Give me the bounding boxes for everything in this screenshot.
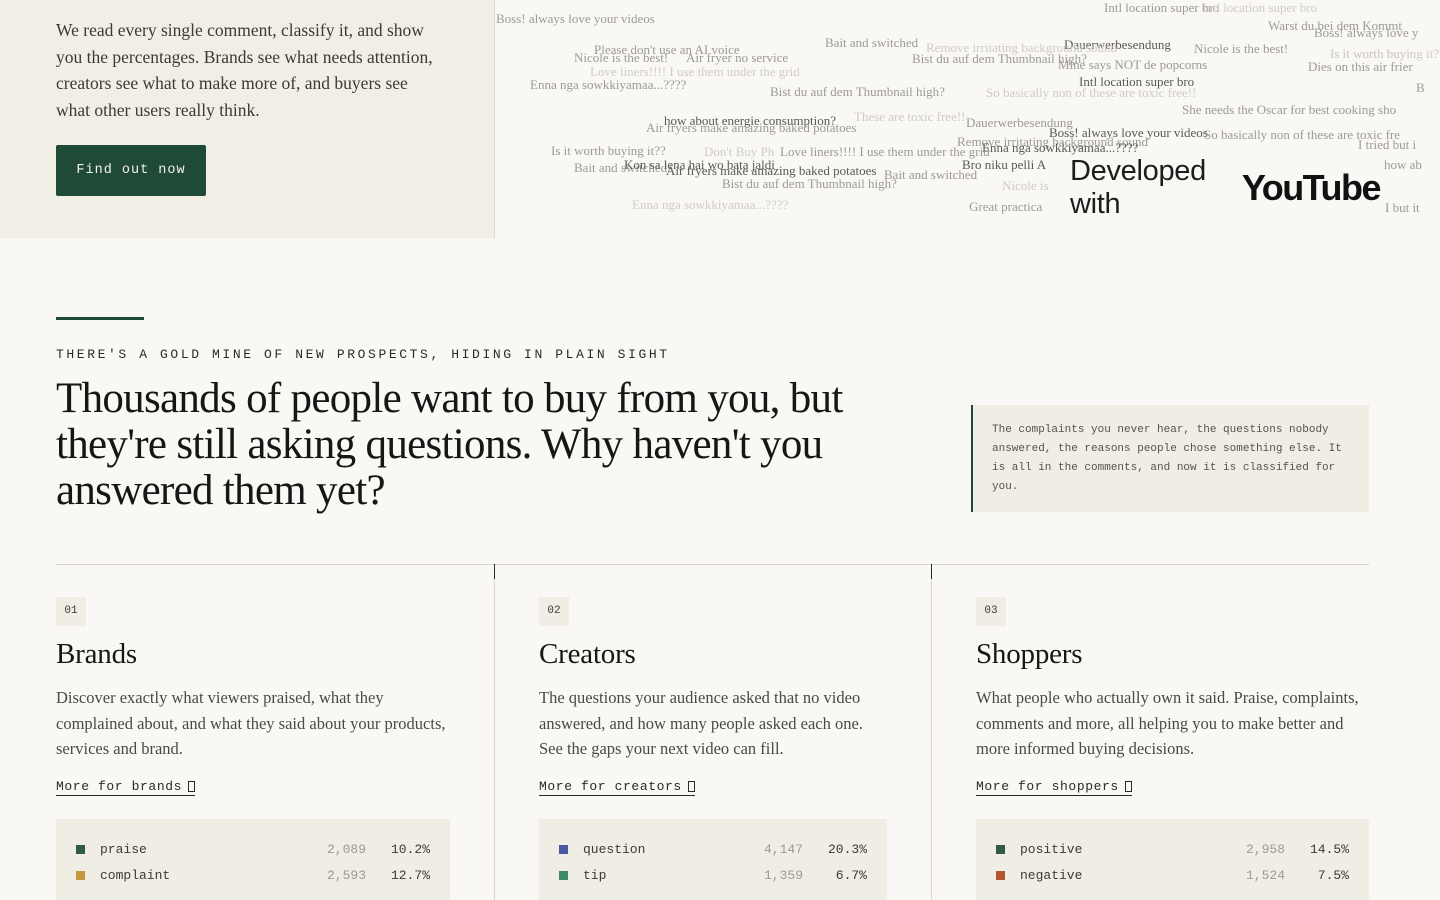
card-creators: 02 Creators The questions your audience … (539, 597, 887, 900)
hero-description: We read every single comment, classify i… (56, 20, 433, 120)
stat-row: positive 2,958 14.5% (976, 836, 1369, 862)
comment-snippet: Nicole is (1002, 178, 1049, 193)
comment-snippet: Great practica (969, 199, 1043, 214)
stat-row: complaint 2,593 12.7% (56, 862, 450, 888)
card-title: Brands (56, 638, 137, 670)
stat-percent: 20.3% (827, 841, 867, 857)
card-shoppers: 03 Shoppers What people who actually own… (976, 597, 1369, 900)
card-body: The questions your audience asked that n… (539, 688, 863, 758)
comment-snippet: Mine says NOT de popcorns (1058, 57, 1208, 72)
card-number: 03 (976, 597, 1006, 626)
stat-percent: 12.7% (390, 867, 430, 883)
stat-count: 1,359 (763, 867, 803, 883)
arrow-icon (687, 781, 695, 792)
swatch-tip (559, 870, 568, 880)
more-for-brands-link[interactable]: More for brands (56, 779, 196, 796)
link-label: More for brands (56, 779, 183, 794)
developed-with-youtube-badge: Developed with YouTube (1058, 155, 1382, 220)
card-number: 01 (56, 597, 86, 626)
comment-snippet: Enna nga sowkkiyamaa...???? (982, 140, 1139, 155)
section-accent-rule (56, 317, 144, 320)
swatch-negative (996, 870, 1005, 880)
comment-snippet: Is it worth buyi (1330, 46, 1410, 61)
stat-label: praise (100, 841, 147, 857)
stat-label: complaint (100, 867, 171, 883)
comment-snippet: She needs the Oscar for best cooking sho (1182, 102, 1397, 117)
more-for-creators-link[interactable]: More for creators (539, 779, 695, 796)
swatch-positive (996, 844, 1005, 854)
comment-snippet: Intl location super bro (1079, 74, 1195, 89)
stat-row: negative 1,524 7.5% (976, 862, 1369, 888)
comment-snippet: Air fryers make amazing baked potatoes (646, 120, 857, 135)
stat-label: positive (1020, 841, 1083, 857)
cards-divider (56, 564, 1369, 565)
column-tick (494, 564, 495, 579)
stats-table: positive 2,958 14.5% negative 1,524 7.5% (976, 819, 1369, 900)
comment-snippet: Love liners!!!! I use them under the gri… (780, 144, 990, 159)
stat-percent: 14.5% (1309, 841, 1349, 857)
swatch-complaint (76, 870, 85, 880)
column-tick (931, 564, 932, 579)
comment-snippet: I tried but i (1358, 137, 1417, 152)
arrow-icon (1124, 781, 1132, 792)
comment-snippet: Boss! always love your videos (496, 11, 655, 26)
section-eyebrow: THERE'S A GOLD MINE OF NEW PROSPECTS, HI… (56, 347, 670, 362)
stat-count: 2,593 (326, 867, 366, 883)
find-out-now-button[interactable]: Find out now (56, 145, 206, 196)
stat-label: question (583, 841, 646, 857)
comment-snippet: Intl location super bro (1202, 0, 1318, 15)
stat-row: praise 2,089 10.2% (56, 836, 450, 862)
arrow-icon (188, 781, 196, 792)
stat-percent: 6.7% (835, 867, 867, 883)
comment-snippet: I but it (1385, 200, 1420, 215)
hero-panel: We read every single comment, classify i… (0, 0, 495, 238)
card-body: What people who actually own it said. Pr… (976, 688, 1359, 758)
comment-snippet: how ab (1384, 157, 1422, 172)
stat-row: tip 1,359 6.7% (539, 862, 887, 888)
comment-snippet: Boss! always love y (1314, 25, 1419, 40)
swatch-praise (76, 844, 85, 854)
comment-snippet: These are toxic free!! (854, 109, 966, 124)
card-number: 02 (539, 597, 569, 626)
comment-snippet: Bist du auf dem Thumbnail high? (770, 84, 945, 99)
stat-percent: 7.5% (1317, 867, 1349, 883)
card-brands: 01 Brands Discover exactly what viewers … (56, 597, 450, 900)
comment-snippet: Bait and switched (825, 35, 919, 50)
swatch-question (559, 844, 568, 854)
comment-snippet: Enna nga sowkkiyamaa...???? (530, 77, 687, 92)
stat-label: negative (1020, 867, 1083, 883)
link-label: More for shoppers (976, 779, 1119, 794)
card-title: Creators (539, 638, 636, 670)
stats-table: praise 2,089 10.2% complaint 2,593 12.7% (56, 819, 450, 900)
stat-row: question 4,147 20.3% (539, 836, 887, 862)
comment-snippet: Enna nga sowkkiyamaa...???? (632, 197, 789, 212)
pull-quote: The complaints you never hear, the quest… (971, 405, 1369, 512)
comment-snippet: B (1416, 80, 1425, 95)
stat-count: 4,147 (763, 841, 803, 857)
stat-count: 2,958 (1245, 841, 1285, 857)
more-for-shoppers-link[interactable]: More for shoppers (976, 779, 1132, 796)
card-title: Shoppers (976, 638, 1083, 670)
column-divider (931, 564, 932, 900)
badge-prefix: Developed with (1070, 155, 1206, 220)
youtube-logo: YouTube (1241, 167, 1382, 208)
link-label: More for creators (539, 779, 682, 794)
stats-table: question 4,147 20.3% tip 1,359 6.7% (539, 819, 887, 900)
column-divider (494, 564, 495, 900)
stat-label: tip (583, 867, 607, 883)
stat-count: 2,089 (326, 841, 366, 857)
card-body: Discover exactly what viewers praised, w… (56, 688, 446, 758)
comment-snippet: Bist du auf dem Thumbnail high? (722, 176, 897, 191)
stat-count: 1,524 (1245, 867, 1285, 883)
comment-snippet: Nicole is the best! (1194, 41, 1289, 56)
comment-snippet: Bait and switched (884, 167, 978, 182)
section-headline: Thousands of people want to buy from you… (56, 375, 843, 514)
stat-percent: 10.2% (390, 841, 430, 857)
